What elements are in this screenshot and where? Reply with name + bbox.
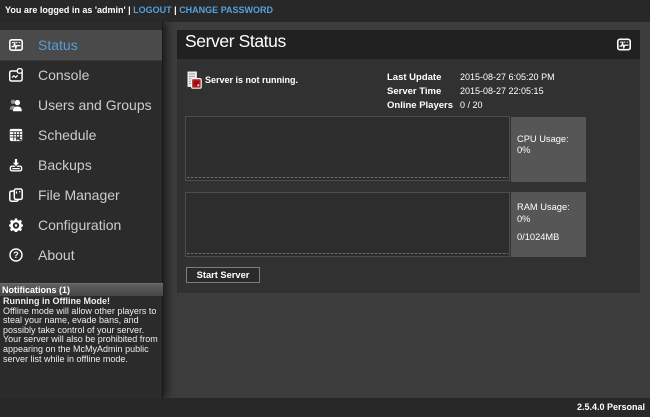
svg-text:?: ? [13, 250, 19, 260]
